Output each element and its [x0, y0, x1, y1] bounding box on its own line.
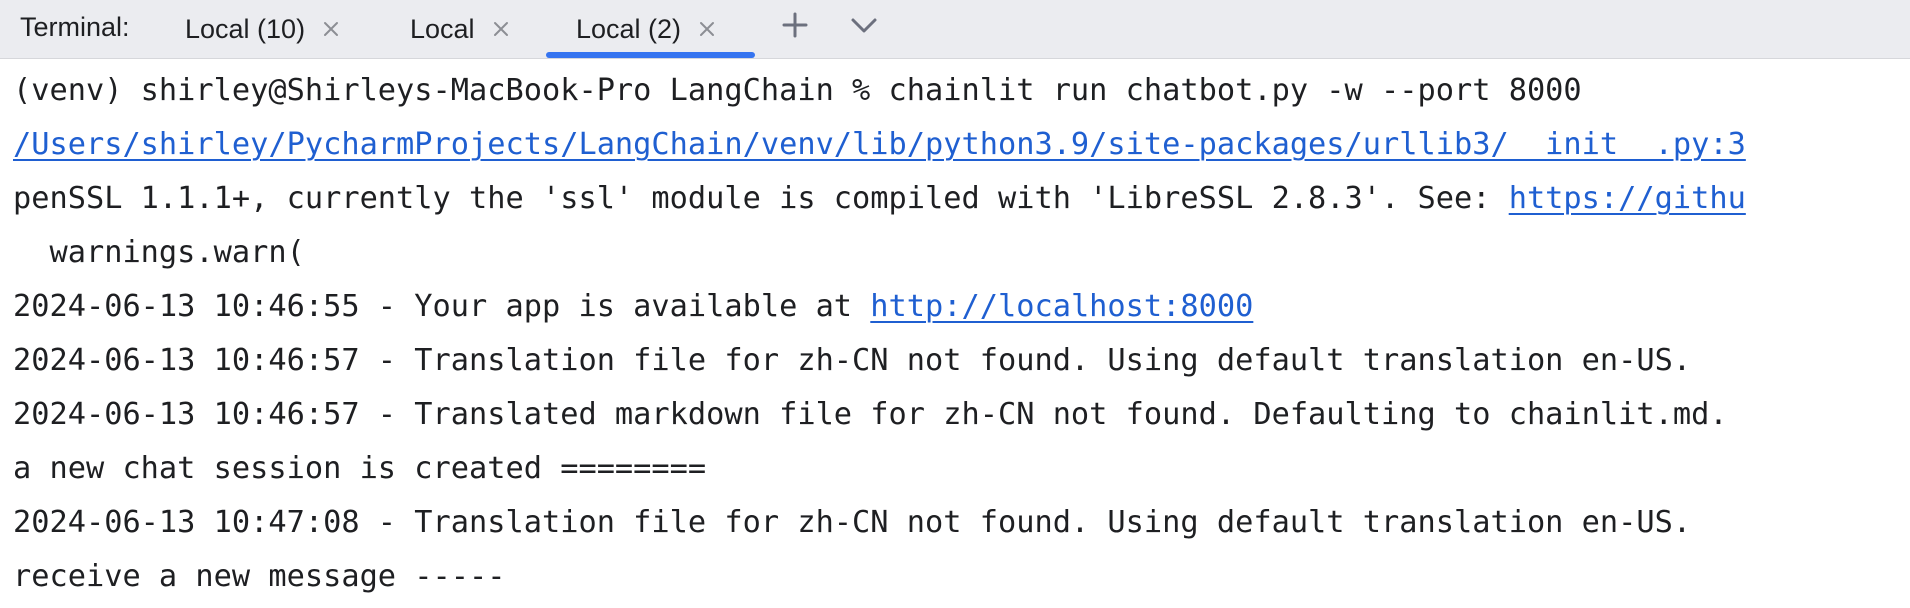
- terminal-line: (venv) shirley@Shirleys-MacBook-Pro Lang…: [13, 71, 1582, 111]
- terminal-text: warnings.warn(: [13, 235, 305, 270]
- tab-local-10[interactable]: Local (10): [185, 0, 341, 58]
- tab-local-2[interactable]: Local (2): [546, 0, 756, 58]
- new-tab-button[interactable]: [777, 10, 813, 46]
- close-icon[interactable]: [321, 19, 341, 39]
- terminal-tab-bar: Terminal: Local (10) Local Local (2): [0, 0, 1910, 59]
- terminal-line: 2024-06-13 10:46:57 - Translation file f…: [13, 341, 1691, 381]
- close-icon[interactable]: [697, 19, 717, 39]
- terminal-output[interactable]: (venv) shirley@Shirleys-MacBook-Pro Lang…: [0, 59, 1910, 608]
- tool-window-title: Terminal:: [20, 12, 130, 42]
- close-icon[interactable]: [491, 19, 511, 39]
- file-path-link[interactable]: /Users/shirley/PycharmProjects/LangChain…: [13, 127, 1746, 162]
- terminal-line: a new chat session is created ========: [13, 449, 706, 489]
- localhost-link[interactable]: http://localhost:8000: [870, 289, 1253, 324]
- more-tabs-button[interactable]: [846, 10, 882, 46]
- plus-icon: [781, 11, 809, 46]
- terminal-line: receive a new message -----: [13, 557, 506, 597]
- terminal-text: 2024-06-13 10:47:08 - Translation file f…: [13, 505, 1692, 540]
- terminal-text: a new chat session is created ========: [13, 451, 707, 486]
- terminal-text: 2024-06-13 10:46:57 - Translation file f…: [13, 343, 1692, 378]
- terminal-window: Terminal: Local (10) Local Local (2) (ve…: [0, 0, 1910, 608]
- tab-local[interactable]: Local: [410, 0, 511, 58]
- terminal-text: penSSL 1.1.1+, currently the 'ssl' modul…: [13, 181, 1509, 216]
- url-link[interactable]: https://githu: [1509, 181, 1746, 216]
- terminal-line: 2024-06-13 10:47:08 - Translation file f…: [13, 503, 1691, 543]
- tab-label: Local (2): [576, 13, 682, 44]
- terminal-line: penSSL 1.1.1+, currently the 'ssl' modul…: [13, 179, 1746, 219]
- terminal-text: (venv) shirley@Shirleys-MacBook-Pro Lang…: [13, 73, 1582, 108]
- active-tab-indicator: [546, 52, 756, 58]
- tab-label: Local (10): [185, 13, 306, 44]
- terminal-line: /Users/shirley/PycharmProjects/LangChain…: [13, 125, 1746, 165]
- terminal-text: 2024-06-13 10:46:57 - Translated markdow…: [13, 397, 1728, 432]
- terminal-line: 2024-06-13 10:46:55 - Your app is availa…: [13, 287, 1253, 327]
- terminal-line: warnings.warn(: [13, 233, 305, 273]
- terminal-text: receive a new message -----: [13, 559, 506, 594]
- terminal-text: 2024-06-13 10:46:55 - Your app is availa…: [13, 289, 871, 324]
- chevron-down-icon: [849, 10, 879, 47]
- tab-label: Local: [410, 13, 475, 44]
- terminal-line: 2024-06-13 10:46:57 - Translated markdow…: [13, 395, 1728, 435]
